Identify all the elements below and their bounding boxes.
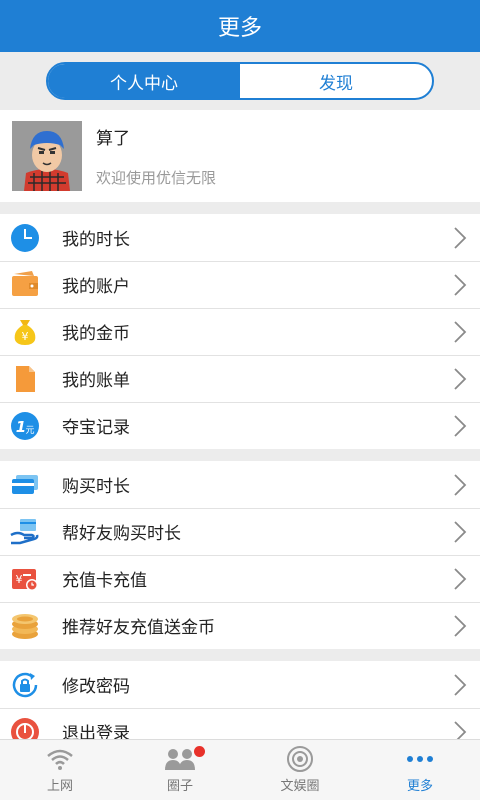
menu-item-my-duration[interactable]: 我的时长: [0, 214, 480, 261]
tab-internet[interactable]: 上网: [0, 740, 120, 800]
segment-control: 个人中心 发现: [46, 62, 434, 100]
chevron-right-icon: [454, 367, 467, 390]
svg-text:¥: ¥: [22, 330, 29, 343]
menu-item-my-coins[interactable]: ¥ 我的金币: [0, 308, 480, 355]
chevron-right-icon: [454, 473, 467, 496]
card-icon: [10, 470, 40, 500]
chevron-right-icon: [454, 614, 467, 637]
menu-item-label: 购买时长: [62, 477, 130, 497]
svg-text:¥: ¥: [16, 573, 23, 586]
chevron-right-icon: [454, 520, 467, 543]
lock-refresh-icon: [10, 670, 40, 700]
chevron-right-icon: [454, 273, 467, 296]
menu-item-label: 推荐好友充值送金币: [62, 618, 215, 638]
clock-icon: [10, 223, 40, 253]
header-bar: 更多: [0, 0, 480, 52]
profile-card[interactable]: 算了 欢迎使用优信无限: [0, 110, 480, 202]
menu-item-my-account[interactable]: 我的账户: [0, 261, 480, 308]
tab-circle[interactable]: 圈子: [120, 740, 240, 800]
menu-group-account: 我的时长 我的账户 ¥ 我的金币 我的账单 1元 夺宝记录: [0, 214, 480, 449]
tab-more[interactable]: 更多: [360, 740, 480, 800]
menu-item-label: 我的账单: [62, 371, 130, 391]
menu-item-buy-duration[interactable]: 购买时长: [0, 461, 480, 508]
divider: [0, 449, 480, 461]
tab-discover[interactable]: 发现: [240, 64, 432, 98]
chevron-right-icon: [454, 673, 467, 696]
tab-entertainment[interactable]: 文娱圈: [240, 740, 360, 800]
menu-item-recharge-card[interactable]: ¥ 充值卡充值: [0, 555, 480, 602]
chevron-right-icon: [454, 567, 467, 590]
menu-item-label: 我的金币: [62, 324, 130, 344]
menu-item-label: 我的时长: [62, 230, 130, 250]
profile-name: 算了: [96, 129, 130, 149]
radar-icon: [286, 746, 314, 772]
svg-text:元: 元: [25, 426, 34, 436]
tab-label: 更多: [406, 779, 433, 794]
people-icon: [163, 746, 197, 772]
segment-control-wrap: 个人中心 发现: [0, 52, 480, 110]
money-bag-icon: ¥: [10, 317, 40, 347]
menu-item-my-bill[interactable]: 我的账单: [0, 355, 480, 402]
menu-item-buy-for-friend[interactable]: 帮好友购买时长: [0, 508, 480, 555]
menu-item-label: 充值卡充值: [62, 571, 147, 591]
menu-item-label: 修改密码: [62, 677, 130, 697]
bottom-tab-bar: 上网 圈子 文娱圈 更多: [0, 739, 480, 800]
menu-item-label: 夺宝记录: [62, 418, 130, 438]
wifi-icon: [45, 746, 75, 772]
page-title: 更多: [217, 16, 262, 41]
gift-hand-icon: [10, 517, 40, 547]
menu-item-change-password[interactable]: 修改密码: [0, 661, 480, 708]
tab-label: 圈子: [166, 779, 193, 794]
avatar[interactable]: [12, 121, 82, 191]
menu-item-refer-friend[interactable]: 推荐好友充值送金币: [0, 602, 480, 649]
more-dots-icon: [405, 746, 435, 772]
recharge-card-icon: ¥: [10, 564, 40, 594]
divider: [0, 202, 480, 214]
wallet-icon: [10, 270, 40, 300]
tab-personal-center[interactable]: 个人中心: [48, 64, 240, 98]
chevron-right-icon: [454, 414, 467, 437]
menu-item-label: 帮好友购买时长: [62, 524, 181, 544]
divider: [0, 649, 480, 661]
chevron-right-icon: [454, 320, 467, 343]
menu-item-label: 我的账户: [62, 277, 130, 297]
tab-label: 上网: [46, 779, 73, 794]
one-yuan-icon: 1元: [10, 411, 40, 441]
tab-label: 文娱圈: [280, 779, 320, 794]
menu-item-treasure-record[interactable]: 1元 夺宝记录: [0, 402, 480, 449]
bill-icon: [10, 364, 40, 394]
menu-group-purchase: 购买时长 帮好友购买时长 ¥ 充值卡充值 推荐好友充值送金币: [0, 461, 480, 649]
profile-subtitle: 欢迎使用优信无限: [96, 169, 217, 187]
notification-badge: [194, 746, 205, 757]
coin-stack-icon: [10, 611, 40, 641]
chevron-right-icon: [454, 226, 467, 249]
